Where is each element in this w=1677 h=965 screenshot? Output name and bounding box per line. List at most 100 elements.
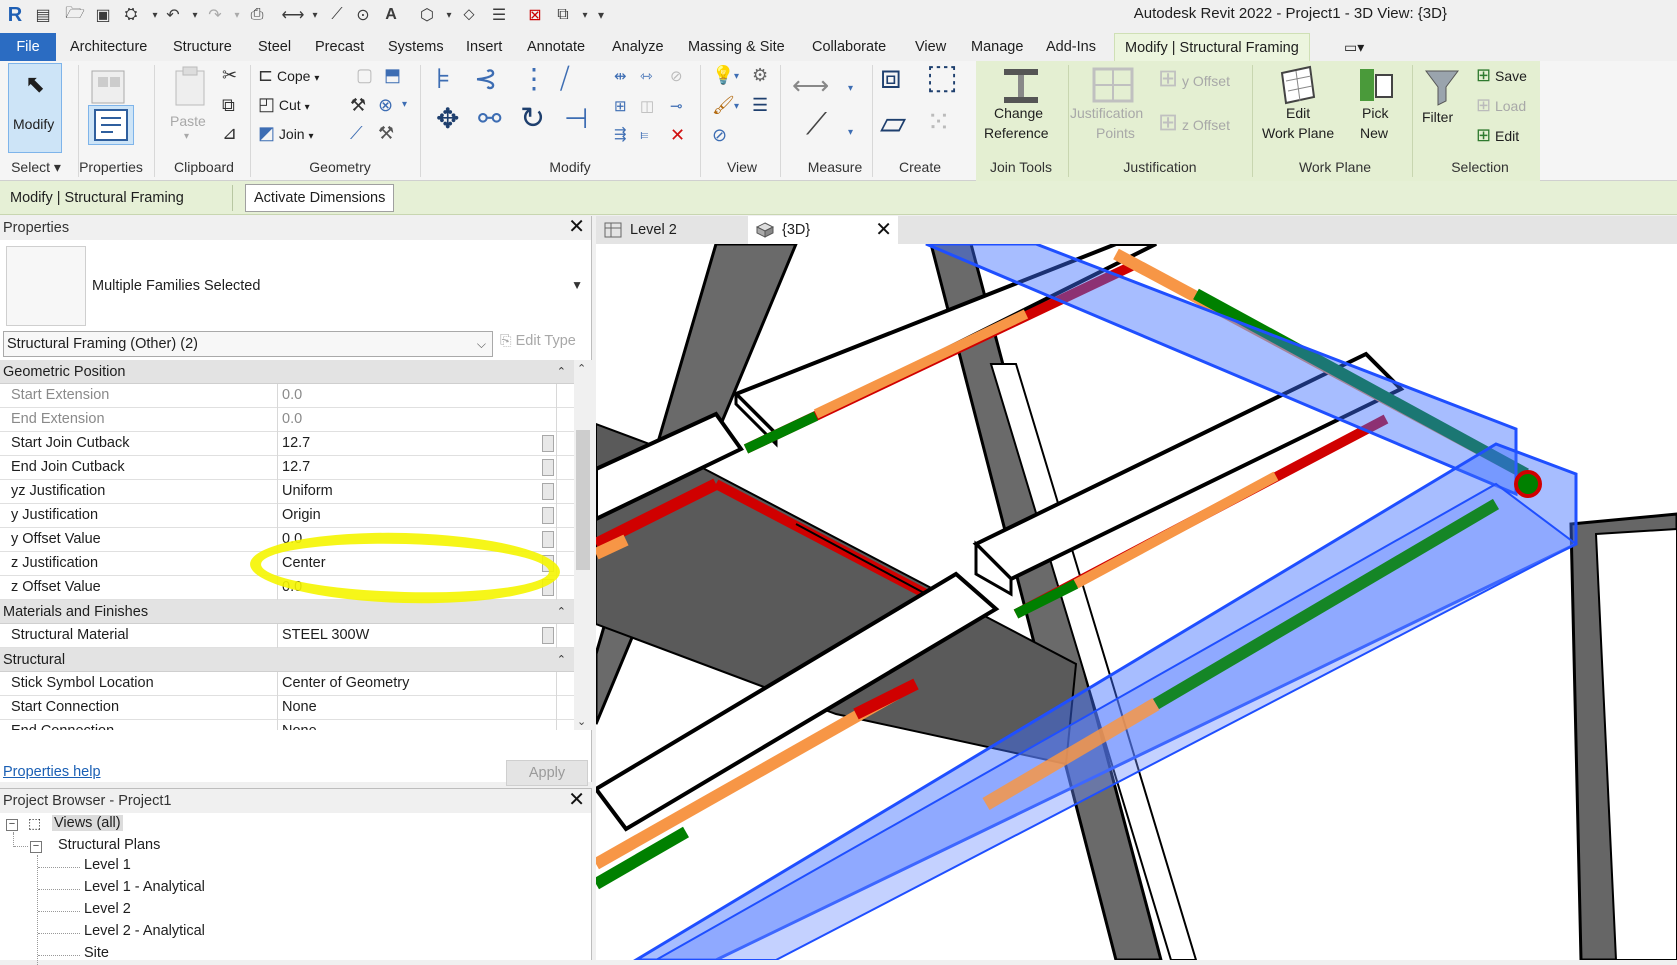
split-icon[interactable]: ⇹ — [614, 67, 627, 87]
section-icon[interactable]: ⬦ — [458, 4, 480, 26]
edit-work-plane-button[interactable]: Edit Work Plane — [1256, 61, 1340, 157]
property-value[interactable]: STEEL 300W — [280, 624, 557, 648]
associate-parameter-button[interactable] — [542, 435, 554, 452]
array-icon[interactable]: ⊞ — [614, 97, 627, 117]
tab-add-ins[interactable]: Add-Ins — [1046, 33, 1096, 61]
tab-file[interactable]: File — [0, 33, 56, 61]
property-value[interactable]: None — [280, 720, 557, 730]
scrollbar-thumb[interactable] — [576, 430, 590, 570]
join-button[interactable]: ◩ Join ▾ — [258, 123, 314, 143]
associate-parameter-button[interactable] — [542, 531, 554, 548]
ribbon-display-icon[interactable]: ▭▾ — [1344, 33, 1364, 61]
tab-manage[interactable]: Manage — [971, 33, 1023, 61]
tab-analyze[interactable]: Analyze — [612, 33, 664, 61]
property-row[interactable]: yz Justification Uniform — [0, 480, 574, 504]
apply-button[interactable]: Apply — [506, 760, 588, 786]
property-value[interactable]: 0.0 — [280, 528, 557, 552]
properties-button[interactable] — [88, 105, 134, 145]
paste-button[interactable]: Paste ▾ — [164, 65, 214, 155]
tree-item-site[interactable]: Site — [84, 945, 109, 961]
close-icon[interactable]: ✕ — [875, 216, 892, 244]
copy-icon[interactable]: ⧉ — [222, 95, 235, 115]
associate-parameter-button[interactable] — [542, 507, 554, 524]
delete-icon[interactable]: ✕ — [670, 125, 685, 145]
3d-view-icon[interactable]: ⬡ — [416, 4, 438, 26]
override-graphics-icon[interactable]: ⚙ — [752, 65, 768, 85]
dropdown-icon[interactable]: ▾ — [184, 4, 206, 26]
create-parts-icon[interactable]: ⬚ — [926, 60, 958, 94]
switch-windows-icon[interactable]: ⧉ — [552, 4, 574, 26]
linework-icon[interactable]: 🖌 — [712, 95, 735, 115]
revit-logo-icon[interactable]: R — [4, 4, 26, 26]
measure-between-icon[interactable]: ⟷ — [792, 72, 829, 98]
associate-parameter-button[interactable] — [542, 555, 554, 572]
properties-scrollbar[interactable]: ⌃ ⌄ — [574, 360, 592, 730]
cut-scissors-icon[interactable]: ✂ — [222, 65, 237, 85]
collapse-icon[interactable]: − — [30, 841, 42, 853]
beam-edit-icon[interactable]: ⟋ — [350, 123, 363, 143]
tree-item-level-2[interactable]: Level 2 — [84, 901, 131, 917]
scroll-down-icon[interactable]: ⌄ — [577, 715, 586, 728]
associate-parameter-button[interactable] — [542, 627, 554, 644]
property-value[interactable]: 0.0 — [280, 576, 557, 600]
tab-systems[interactable]: Systems — [388, 33, 444, 61]
create-group-icon[interactable]: ▱ — [880, 106, 906, 140]
match-properties-icon[interactable]: ⊿ — [222, 123, 237, 143]
associate-parameter-button[interactable] — [542, 483, 554, 500]
y-offset-button[interactable]: ⊞ y Offset — [1158, 67, 1230, 91]
property-value[interactable]: 12.7 — [280, 456, 557, 480]
property-row[interactable]: Stick Symbol Location Center of Geometry — [0, 672, 574, 696]
type-selector-name[interactable]: Multiple Families Selected — [92, 278, 260, 294]
type-properties-icon[interactable] — [88, 69, 132, 104]
dropdown-icon[interactable]: ▾ — [226, 4, 248, 26]
view-range-icon[interactable]: ☰ — [752, 95, 768, 115]
scroll-up-icon[interactable]: ⌃ — [577, 362, 586, 375]
edit-selection-button[interactable]: ⊞ Edit — [1476, 125, 1519, 145]
pick-new-button[interactable]: Pick New — [1344, 61, 1406, 157]
property-row[interactable]: y Justification Origin — [0, 504, 574, 528]
3d-viewport[interactable] — [596, 244, 1677, 960]
property-row[interactable]: End ConnectionNone — [0, 720, 574, 730]
property-group-header[interactable]: Structural ⌃ — [0, 648, 574, 672]
undo-icon[interactable]: ↶ — [162, 4, 184, 26]
tab-insert[interactable]: Insert — [466, 33, 502, 61]
property-row[interactable]: Start Extension 0.0 — [0, 384, 574, 408]
save-selection-button[interactable]: ⊞ Save — [1476, 65, 1527, 85]
wall-joins-icon[interactable]: ⬒ — [384, 65, 401, 85]
trim-multiple-icon[interactable]: ⇶ — [614, 125, 627, 145]
property-value[interactable]: Center — [280, 552, 557, 576]
trim-extend-icon[interactable]: ⊣ — [564, 105, 588, 133]
redo-icon[interactable]: ↷ — [204, 4, 226, 26]
select-panel-label[interactable]: Select ▾ — [6, 159, 66, 176]
collapse-group-icon[interactable]: ⌃ — [557, 360, 566, 384]
change-reference-button[interactable]: Change Reference — [982, 61, 1058, 157]
tree-item-level-2-analytical[interactable]: Level 2 - Analytical — [84, 923, 205, 939]
create-similar-icon[interactable]: ⁙ — [926, 108, 951, 138]
split-face-icon[interactable]: ▢ — [356, 65, 373, 85]
close-hidden-icon[interactable]: ⊠ — [524, 4, 546, 26]
tab-modify-structural-framing[interactable]: Modify | Structural Framing — [1114, 33, 1310, 61]
modify-button[interactable]: ⬉ Modify — [8, 63, 62, 153]
3d-model-canvas[interactable] — [596, 244, 1677, 960]
move-icon[interactable]: ✥ — [436, 105, 459, 133]
align-icon[interactable]: ⊧ — [436, 65, 451, 93]
properties-help-link[interactable]: Properties help — [3, 764, 101, 780]
tree-item-structural-plans[interactable]: Structural Plans — [58, 837, 160, 853]
associate-parameter-button[interactable] — [542, 579, 554, 596]
property-row[interactable]: End Join Cutback 12.7 — [0, 456, 574, 480]
tab-steel[interactable]: Steel — [258, 33, 291, 61]
tab-precast[interactable]: Precast — [315, 33, 364, 61]
property-value[interactable]: Uniform — [280, 480, 557, 504]
tab-structure[interactable]: Structure — [173, 33, 232, 61]
justification-points-button[interactable]: Justification Points — [1070, 61, 1156, 157]
tab-architecture[interactable]: Architecture — [70, 33, 147, 61]
close-icon[interactable]: ✕ — [568, 789, 585, 811]
property-row[interactable]: Structural Material STEEL 300W — [0, 624, 574, 648]
tab-annotate[interactable]: Annotate — [527, 33, 585, 61]
property-row[interactable]: End Extension 0.0 — [0, 408, 574, 432]
instance-filter-dropdown[interactable]: Structural Framing (Other) (2) ⌵ — [3, 331, 493, 357]
property-value[interactable]: 0.0 — [280, 384, 557, 408]
property-row[interactable]: y Offset Value 0.0 — [0, 528, 574, 552]
associate-parameter-button[interactable] — [542, 459, 554, 476]
z-offset-button[interactable]: ⊞ z Offset — [1158, 111, 1230, 135]
